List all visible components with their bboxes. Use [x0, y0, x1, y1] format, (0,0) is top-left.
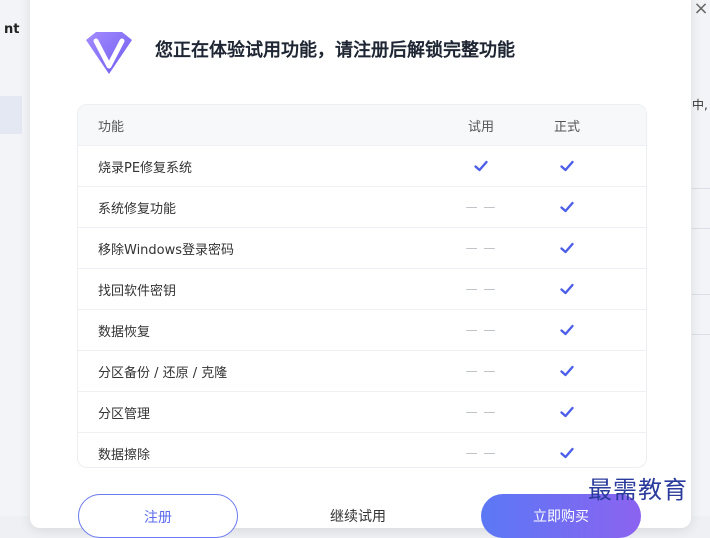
header-trial: 试用 — [467, 119, 494, 135]
feature-comparison-table: 功能 试用 正式 烧录PE修复系统 系统修复功能 — — 移除Windows登录密码 —… — [77, 104, 647, 468]
app-logo-icon — [86, 32, 132, 74]
background-left-bar — [0, 96, 22, 134]
check-icon — [524, 281, 610, 297]
table-row: 移除Windows登录密码 — — — [78, 227, 646, 268]
dash-icon: — — — [465, 282, 497, 296]
watermark-text: 最需教育 — [588, 476, 688, 504]
table-row: 数据擦除 — — — [78, 432, 646, 467]
table-body: 烧录PE修复系统 系统修复功能 — — 移除Windows登录密码 — — 找回软件密钥 —… — [78, 145, 646, 467]
check-icon — [524, 322, 610, 338]
feature-name: 系统修复功能 — [98, 201, 177, 217]
dash-icon: — — — [465, 446, 497, 460]
table-row: 分区备份 / 还原 / 克隆 — — — [78, 350, 646, 391]
dash-icon: — — — [465, 364, 497, 378]
feature-name: 移除Windows登录密码 — [98, 242, 235, 258]
background-right-text: 中, — [692, 98, 708, 112]
not-available-dash: — — — [438, 282, 524, 296]
dash-icon: — — — [465, 200, 497, 214]
header-full: 正式 — [553, 119, 580, 135]
background-divider — [692, 334, 710, 335]
feature-name: 数据擦除 — [98, 447, 151, 463]
continue-trial-button[interactable]: 继续试用 — [330, 506, 386, 526]
not-available-dash: — — — [438, 241, 524, 255]
background-left-text: nt — [4, 22, 20, 37]
check-icon — [438, 158, 524, 174]
check-icon — [524, 199, 610, 215]
table-row: 数据恢复 — — — [78, 309, 646, 350]
table-row: 系统修复功能 — — — [78, 186, 646, 227]
feature-name: 找回软件密钥 — [98, 283, 177, 299]
dash-icon: — — — [465, 323, 497, 337]
not-available-dash: — — — [438, 405, 524, 419]
check-icon — [524, 404, 610, 420]
table-row: 烧录PE修复系统 — [78, 145, 646, 186]
header-feature: 功能 — [98, 119, 125, 135]
feature-name: 烧录PE修复系统 — [98, 160, 193, 176]
close-button[interactable]: × — [691, 0, 710, 20]
background-divider — [692, 228, 710, 229]
close-icon[interactable]: × — [693, 0, 708, 19]
check-icon — [524, 363, 610, 379]
not-available-dash: — — — [438, 364, 524, 378]
table-header: 功能 试用 正式 — [78, 105, 646, 145]
not-available-dash: — — — [438, 446, 524, 460]
check-icon — [524, 158, 610, 174]
dash-icon: — — — [465, 405, 497, 419]
background-divider — [692, 188, 710, 189]
dash-icon: — — — [465, 241, 497, 255]
dialog-title: 您正在体验试用功能，请注册后解锁完整功能 — [155, 40, 515, 61]
check-icon — [524, 240, 610, 256]
feature-name: 分区管理 — [98, 406, 151, 422]
table-row: 分区管理 — — — [78, 391, 646, 432]
register-button[interactable]: 注册 — [78, 494, 238, 538]
table-row: 找回软件密钥 — — — [78, 268, 646, 309]
background-divider — [692, 294, 710, 295]
check-icon — [524, 445, 610, 461]
not-available-dash: — — — [438, 323, 524, 337]
feature-name: 数据恢复 — [98, 324, 151, 340]
not-available-dash: — — — [438, 200, 524, 214]
feature-name: 分区备份 / 还原 / 克隆 — [98, 365, 228, 381]
